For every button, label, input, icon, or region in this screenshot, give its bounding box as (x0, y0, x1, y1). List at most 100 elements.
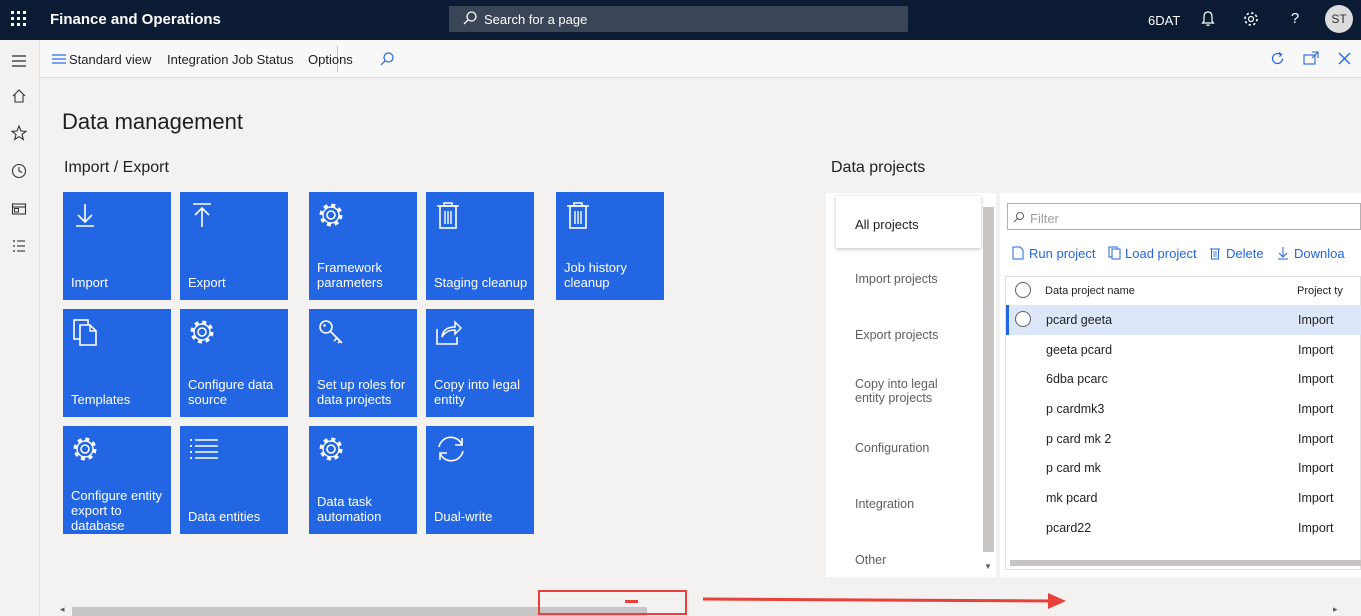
gear-icon[interactable] (1242, 10, 1260, 28)
star-icon[interactable] (10, 124, 28, 142)
run-project-button[interactable]: Run project (1029, 246, 1095, 261)
integration-job-status-button[interactable]: Integration Job Status (167, 52, 293, 67)
annotation-mark (625, 600, 638, 603)
gear-icon (319, 203, 343, 227)
nav-item-export-projects[interactable]: Export projects (855, 328, 938, 342)
table-row[interactable]: p card mk 2 Import (1006, 424, 1361, 454)
tile-label: Dual-write (434, 509, 493, 524)
download-icon (1278, 247, 1288, 260)
table-row[interactable]: 6dba pcarc Import (1006, 364, 1361, 394)
project-name-cell[interactable]: 6dba pcarc (1046, 372, 1108, 386)
row-select-radio[interactable] (1015, 311, 1031, 327)
nav-scrollbar[interactable] (983, 207, 994, 552)
tile-label: Copy into legal entity (434, 377, 520, 407)
nav-item-configuration[interactable]: Configuration (855, 441, 929, 455)
project-name-cell[interactable]: geeta pcard (1046, 343, 1112, 357)
delete-button[interactable]: Delete (1226, 246, 1264, 261)
search-icon (463, 11, 477, 25)
annotation-arrow-icon (702, 593, 1066, 609)
gear-icon (319, 437, 343, 461)
help-icon[interactable]: ? (1286, 10, 1304, 28)
app-title[interactable]: Finance and Operations (50, 11, 221, 28)
home-icon[interactable] (10, 87, 28, 105)
tile-import[interactable]: Import (63, 192, 171, 300)
search-placeholder: Search for a page (484, 12, 588, 27)
clock-icon[interactable] (10, 162, 28, 180)
table-row[interactable]: p card mk Import (1006, 453, 1361, 483)
tile-framework-parameters[interactable]: Framework parameters (309, 192, 417, 300)
grid-horizontal-scrollbar[interactable] (1010, 560, 1361, 566)
project-name-cell[interactable]: pcard22 (1046, 521, 1091, 535)
list-icon (190, 439, 218, 459)
nav-item-import-projects[interactable]: Import projects (855, 272, 938, 286)
tile-label: Import (71, 275, 108, 290)
column-header-type[interactable]: Project ty (1297, 285, 1343, 297)
nav-item-label: All projects (855, 217, 919, 232)
standard-view-button[interactable]: Standard view (69, 52, 151, 67)
open-new-window-icon[interactable] (1303, 51, 1319, 66)
project-name-cell[interactable]: p card mk (1046, 461, 1101, 475)
tile-copy-into-legal-entity[interactable]: Copy into legal entity (426, 309, 534, 417)
search-input[interactable]: Search for a page (449, 6, 908, 32)
tile-job-history-cleanup[interactable]: Job history cleanup (556, 192, 664, 300)
project-name-cell[interactable]: pcard geeta (1046, 313, 1112, 327)
table-row[interactable]: pcard geeta Import (1006, 305, 1361, 335)
project-type-cell: Import (1298, 402, 1334, 416)
nav-item-integration[interactable]: Integration (855, 497, 914, 511)
tile-set-up-roles[interactable]: Set up roles for data projects (309, 309, 417, 417)
close-icon[interactable] (1338, 52, 1351, 65)
table-row[interactable]: p cardmk3 Import (1006, 394, 1361, 424)
project-name-cell[interactable]: p cardmk3 (1046, 402, 1104, 416)
share-icon (436, 320, 462, 345)
table-row[interactable]: mk pcard Import (1006, 483, 1361, 513)
tile-export[interactable]: Export (180, 192, 288, 300)
tile-dual-write[interactable]: Dual-write (426, 426, 534, 534)
search-icon[interactable] (379, 51, 395, 67)
table-row[interactable]: geeta pcard Import (1006, 335, 1361, 365)
export-arrow-icon (193, 203, 211, 227)
project-type-cell: Import (1298, 491, 1334, 505)
import-export-section-title: Import / Export (64, 159, 169, 176)
load-project-button[interactable]: Load project (1125, 246, 1197, 261)
key-icon (319, 320, 343, 344)
nav-item-copy-into-legal-entity[interactable]: Copy into legal entity projects (855, 377, 955, 405)
scroll-down-arrow-icon[interactable]: ▼ (984, 562, 994, 571)
trash-icon (1210, 248, 1220, 260)
nav-item-all-projects[interactable]: All projects (836, 196, 981, 248)
nav-item-other[interactable]: Other (855, 553, 886, 567)
hamburger-menu-icon[interactable] (10, 52, 28, 70)
workspaces-icon[interactable] (10, 200, 28, 218)
tile-templates[interactable]: Templates (63, 309, 171, 417)
select-all-radio[interactable] (1015, 282, 1031, 298)
modules-list-icon[interactable] (10, 237, 28, 255)
trash-icon (437, 202, 459, 229)
tile-configure-entity-export[interactable]: Configure entity export to database (63, 426, 171, 534)
column-header-name[interactable]: Data project name (1045, 285, 1135, 297)
company-picker[interactable]: 6DAT (1148, 13, 1180, 28)
project-name-cell[interactable]: mk pcard (1046, 491, 1097, 505)
annotation-highlight-box (538, 590, 687, 615)
project-name-cell[interactable]: p card mk 2 (1046, 432, 1111, 446)
table-row[interactable]: pcard22 Import (1006, 513, 1361, 543)
refresh-icon[interactable] (1269, 50, 1286, 67)
tile-data-entities[interactable]: Data entities (180, 426, 288, 534)
scroll-left-arrow-icon[interactable]: ◂ (60, 604, 65, 615)
bell-icon[interactable] (1199, 10, 1217, 28)
tile-data-task-automation[interactable]: Data task automation (309, 426, 417, 534)
page-title: Data management (62, 109, 243, 134)
download-button[interactable]: Downloa (1294, 246, 1345, 261)
gear-icon (73, 437, 97, 461)
project-type-cell: Import (1298, 432, 1334, 446)
app-launcher-icon[interactable] (8, 8, 28, 28)
tile-label: Data task automation (317, 494, 382, 524)
tile-label: Export (188, 275, 226, 290)
filter-input[interactable]: Filter (1007, 203, 1361, 230)
options-tab[interactable]: Options (308, 52, 353, 67)
action-pane: Standard view Integration Job Status Opt… (40, 40, 1361, 78)
data-projects-section-title: Data projects (831, 159, 926, 176)
scroll-right-arrow-icon[interactable]: ▸ (1333, 604, 1338, 615)
tile-configure-data-source[interactable]: Configure data source (180, 309, 288, 417)
tile-staging-cleanup[interactable]: Staging cleanup (426, 192, 534, 300)
avatar[interactable]: ST (1325, 5, 1353, 33)
tile-label: Configure data source (188, 377, 274, 407)
